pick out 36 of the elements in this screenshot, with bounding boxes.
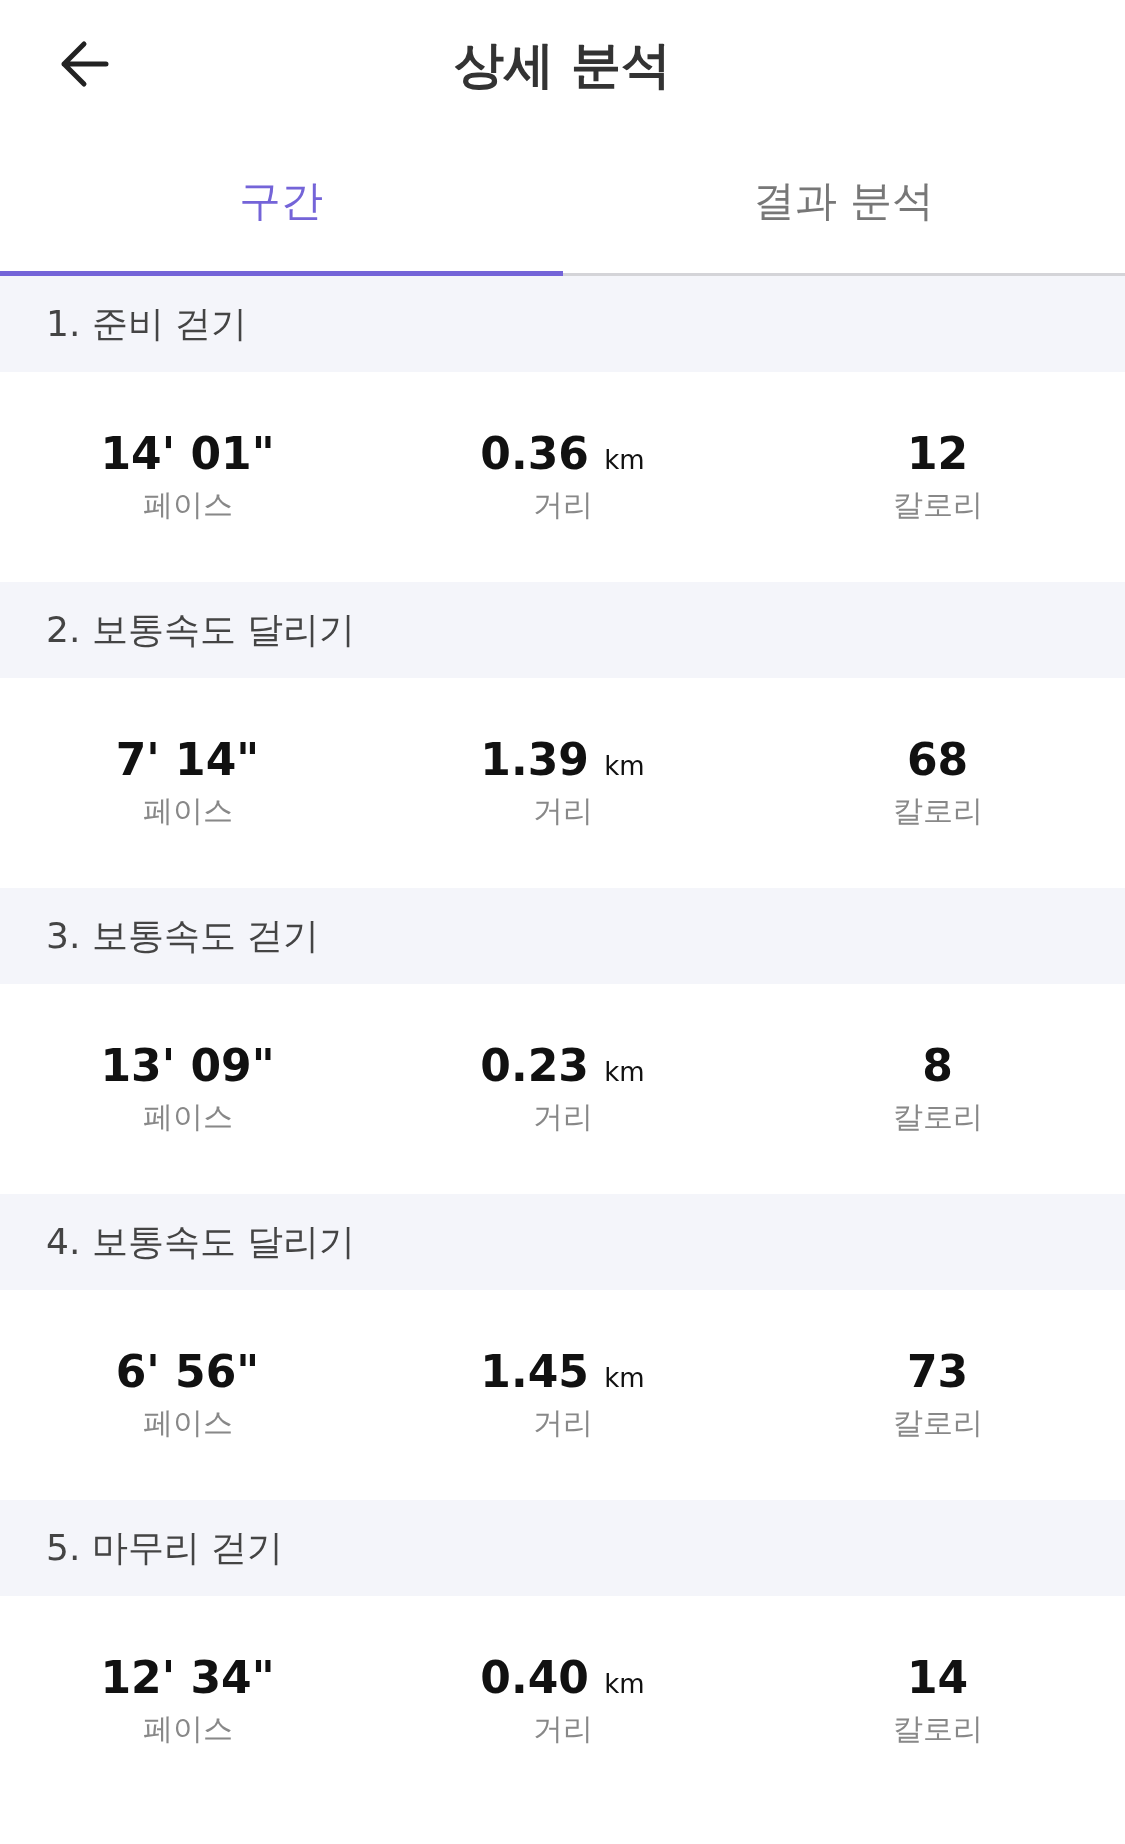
segment-header: 5. 마무리 걷기 (0, 1500, 1125, 1596)
pace-value: 7' 14" (115, 734, 260, 785)
pace-label: 페이스 (142, 1404, 233, 1442)
calories-value: 68 (906, 734, 969, 785)
calories-value: 14 (906, 1652, 969, 1703)
calories-value: 12 (906, 428, 969, 479)
pace-value: 6' 56" (115, 1346, 260, 1397)
calories-value: 8 (922, 1040, 953, 1091)
pace-value: 14' 01" (100, 428, 275, 479)
distance-label: 거리 (532, 486, 593, 524)
page-title: 상세 분석 (453, 34, 672, 96)
distance-label: 거리 (532, 792, 593, 830)
pace-label: 페이스 (142, 1098, 233, 1136)
distance-label: 거리 (532, 1710, 593, 1748)
pace-value: 13' 09" (100, 1040, 275, 1091)
pace-label: 페이스 (142, 792, 233, 830)
pace-label: 페이스 (142, 486, 233, 524)
calories-label: 칼로리 (892, 1098, 983, 1136)
distance-value: 1.45 km (480, 1346, 645, 1397)
calories-label: 칼로리 (892, 486, 983, 524)
segment-header: 3. 보통속도 걷기 (0, 888, 1125, 984)
calories-label: 칼로리 (892, 1404, 983, 1442)
pace-value: 12' 34" (100, 1652, 275, 1703)
calories-label: 칼로리 (892, 1710, 983, 1748)
calories-label: 칼로리 (892, 792, 983, 830)
segment-header: 2. 보통속도 달리기 (0, 582, 1125, 678)
distance-value: 0.23 km (480, 1040, 645, 1091)
distance-value: 0.36 km (480, 428, 645, 479)
calories-value: 73 (906, 1346, 969, 1397)
segment-header: 4. 보통속도 달리기 (0, 1194, 1125, 1290)
distance-label: 거리 (532, 1098, 593, 1136)
distance-label: 거리 (532, 1404, 593, 1442)
distance-value: 1.39 km (480, 734, 645, 785)
pace-label: 페이스 (142, 1710, 233, 1748)
segment-header: 1. 준비 걷기 (0, 276, 1125, 372)
distance-value: 0.40 km (480, 1652, 645, 1703)
